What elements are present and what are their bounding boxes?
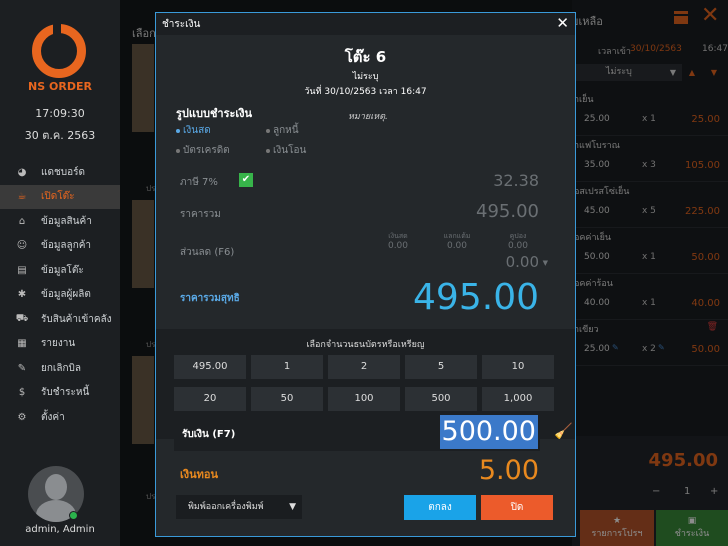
cash-amount-button[interactable]: 1,000 (482, 387, 554, 411)
sidebar-item[interactable]: $ รับชำระหนี้ (0, 381, 120, 406)
change-value: 5.00 (478, 455, 539, 486)
caret-down-icon: ▼ (542, 259, 548, 267)
sidebar: NS ORDER 17:09:30 30 ต.ค. 2563 ◕ แดชบอร์ด… (0, 0, 120, 546)
net-total-value: 495.00 (413, 277, 539, 318)
sidebar-date: 30 ต.ค. 2563 (24, 129, 96, 142)
close-button[interactable]: ปิด (481, 495, 553, 520)
cash-amount-button[interactable]: 495.00 (174, 355, 246, 379)
sidebar-item[interactable]: ✱ ข้อมูลผู้ผลิต (0, 283, 120, 308)
net-total-label: ราคารวมสุทธิ (180, 293, 240, 304)
printer-select-value: พิมพ์ออกเครื่องพิมพ์ (188, 502, 264, 512)
sidebar-item-label: ตั้งค่า (41, 411, 65, 423)
method-cash-radio[interactable]: เงินสด (176, 123, 211, 138)
cash-picker-title: เลือกจำนวนธนบัตรหรือเหรียญ (306, 340, 425, 350)
sidebar-item[interactable]: ▤ ข้อมูลโต๊ะ (0, 258, 120, 283)
sidebar-item[interactable]: ☕ เปิดโต๊ะ (0, 184, 120, 209)
sidebar-item-label: เปิดโต๊ะ (41, 191, 75, 203)
radio-icon (266, 128, 270, 133)
tax-label: ภาษี 7% (180, 177, 218, 188)
sidebar-item[interactable]: ⚙ ตั้งค่า (0, 405, 120, 430)
dialog-title: ชำระเงิน (162, 19, 201, 30)
cancel-bill-icon: ✎ (17, 362, 27, 374)
method-credit-radio[interactable]: บัตรเครดิต (176, 143, 230, 158)
dialog-header: ชำระเงิน ✕ (156, 13, 575, 35)
cash-amount-button[interactable]: 50 (251, 387, 323, 411)
sidebar-item-label: รับสินค้าเข้าคลัง (41, 313, 112, 325)
cash-amount-button[interactable]: 1 (251, 355, 323, 379)
sidebar-item[interactable]: ⛟ รับสินค้าเข้าคลัง (0, 307, 120, 332)
brand-name: NS ORDER (28, 80, 92, 93)
discount-label[interactable]: ส่วนลด (F6) (180, 245, 234, 260)
method-debtor-label: ลูกหนี้ (273, 125, 299, 136)
table-icon: ▤ (17, 264, 27, 276)
chevron-down-icon: ▼ (289, 502, 296, 512)
sidebar-item-label: รับชำระหนี้ (41, 387, 90, 399)
disc-cash-value: 0.00 (387, 241, 409, 251)
cash-amount-button[interactable]: 2 (328, 355, 400, 379)
report-icon: ▦ (17, 338, 27, 350)
change-label: เงินทอน (180, 468, 219, 481)
receive-row: รับเงิน (F7) 500.00 (174, 415, 540, 451)
receive-amount-input[interactable]: 500.00 (439, 415, 538, 449)
radio-icon (176, 148, 180, 153)
total-value: 495.00 (476, 201, 539, 222)
cash-amount-button[interactable]: 10 (482, 355, 554, 379)
basket-icon: ⌂ (18, 215, 26, 227)
method-transfer-radio[interactable]: เงินโอน (266, 143, 306, 158)
cart-icon: ⛟ (15, 312, 29, 324)
dish-icon: ☕ (17, 191, 27, 203)
method-transfer-label: เงินโอน (273, 145, 307, 156)
method-cash-label: เงินสด (183, 125, 211, 136)
cash-amount-button[interactable]: 500 (405, 387, 477, 411)
printer-select[interactable]: พิมพ์ออกเครื่องพิมพ์ ▼ (176, 495, 302, 519)
total-label: ราคารวม (180, 209, 221, 220)
sidebar-item-label: ข้อมูลผู้ผลิต (41, 289, 91, 301)
method-credit-label: บัตรเครดิต (183, 145, 230, 156)
coin-icon: $ (18, 387, 26, 399)
method-debtor-radio[interactable]: ลูกหนี้ (266, 123, 299, 138)
sidebar-item[interactable]: ✎ ยกเลิกบิล (0, 356, 120, 381)
sidebar-item-label: ข้อมูลสินค้า (41, 215, 92, 227)
disc-points-value: 0.00 (446, 241, 468, 251)
payment-dialog: ชำระเงิน ✕ โต๊ะ 6 ไม่ระบุ วันที่ 30/10/2… (155, 12, 576, 537)
sidebar-item[interactable]: ▦ รายงาน (0, 332, 120, 357)
tax-value: 32.38 (493, 171, 539, 190)
sidebar-item[interactable]: ◕ แดชบอร์ด (0, 160, 120, 185)
tax-checkbox[interactable]: ✔ (239, 173, 253, 187)
discount-value[interactable]: 0.00 (506, 253, 539, 271)
cash-amount-button[interactable]: 5 (405, 355, 477, 379)
user-name: admin, Admin (25, 524, 95, 535)
sidebar-item[interactable]: ⌂ ข้อมูลสินค้า (0, 209, 120, 234)
sidebar-item-label: ยกเลิกบิล (41, 362, 81, 374)
cash-amount-button[interactable]: 100 (328, 387, 400, 411)
sidebar-item-label: ข้อมูลโต๊ะ (41, 264, 84, 276)
dashboard-icon: ◕ (17, 166, 27, 178)
clear-broom-icon[interactable]: 🧹 (554, 422, 573, 440)
disc-coupon-value: 0.00 (507, 241, 529, 251)
cash-amount-button[interactable]: 20 (174, 387, 246, 411)
note-field[interactable]: หมายเหตุ. (348, 109, 388, 123)
order-datetime: วันที่ 30/10/2563 เวลา 16:47 (304, 87, 427, 97)
sidebar-clock: 17:09:30 (35, 107, 85, 120)
table-name: โต๊ะ 6 (344, 48, 387, 66)
gear-icon: ⚙ (17, 411, 27, 423)
brand-logo-icon (32, 23, 86, 78)
customers-icon: ☺ (16, 240, 28, 252)
sidebar-item-label: ข้อมูลลูกค้า (41, 240, 92, 252)
ok-button[interactable]: ตกลง (404, 495, 476, 520)
sidebar-item-label: รายงาน (41, 338, 76, 350)
radio-selected-icon (176, 128, 180, 133)
receive-label: รับเงิน (F7) (182, 429, 236, 440)
sidebar-item-label: แดชบอร์ด (41, 166, 85, 178)
sidebar-nav: ◕ แดชบอร์ด ☕ เปิดโต๊ะ ⌂ ข้อมูลสินค้า ☺ ข้อมูลลู… (0, 160, 120, 430)
sidebar-item[interactable]: ☺ ข้อมูลลูกค้า (0, 234, 120, 259)
payment-method-title: รูปแบบชำระเงิน (176, 107, 253, 120)
online-status-icon (69, 511, 78, 520)
radio-icon (266, 148, 270, 153)
supplier-icon: ✱ (17, 289, 27, 301)
order-type: ไม่ระบุ (352, 72, 379, 82)
close-icon[interactable]: ✕ (556, 14, 569, 32)
